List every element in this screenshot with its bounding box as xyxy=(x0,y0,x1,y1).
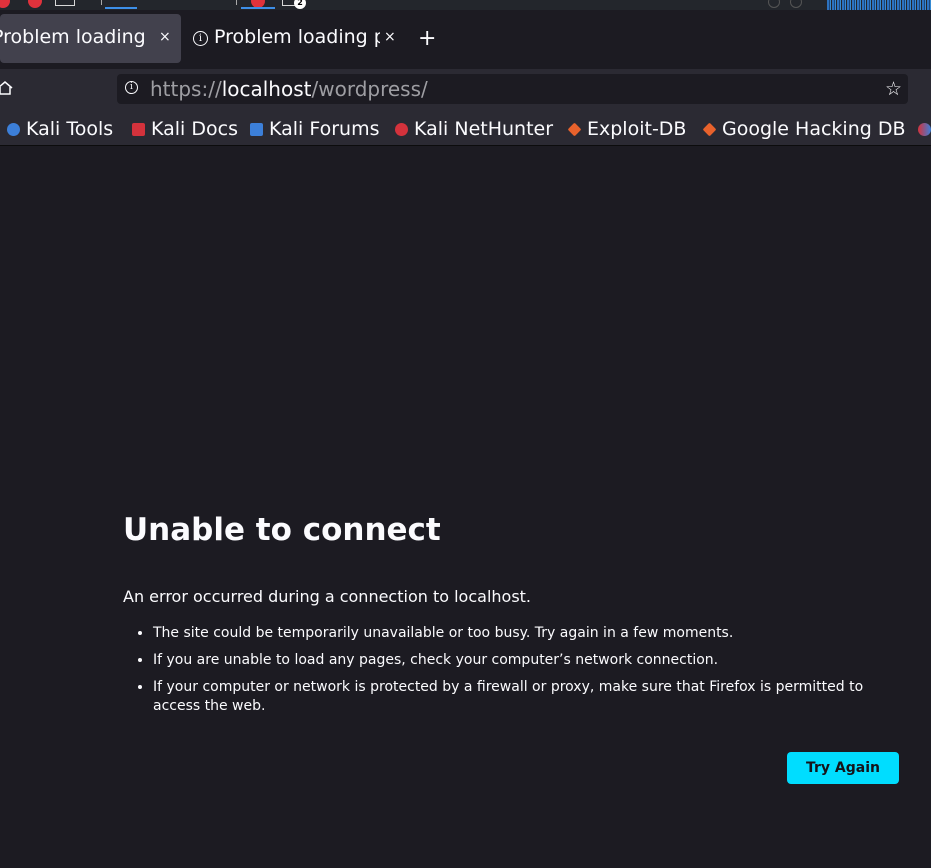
bookmark-star-icon[interactable]: ☆ xyxy=(885,78,902,100)
taskbar-divider xyxy=(101,0,102,5)
tab-problem-loading-selected[interactable]: Problem loading page × xyxy=(0,14,181,63)
tray-icon[interactable] xyxy=(768,0,780,8)
google-hacking-db-icon xyxy=(702,122,717,136)
bookmark-google-hacking-db[interactable]: Google Hacking DB xyxy=(702,116,906,142)
bookmark-kali-tools[interactable]: Kali Tools xyxy=(7,116,113,142)
error-description: An error occurred during a connection to… xyxy=(123,587,532,606)
error-title: Unable to connect xyxy=(123,512,441,548)
bookmark-kali-docs[interactable]: Kali Docs xyxy=(132,116,238,142)
tab-strip: Problem loading page × i Problem loading… xyxy=(0,10,931,69)
bookmarks-toolbar: Kali Tools Kali Docs Kali Forums Kali Ne… xyxy=(0,112,931,146)
url-scheme: https:// xyxy=(150,77,222,101)
site-info-icon[interactable]: i xyxy=(125,81,138,94)
taskbar-divider xyxy=(236,0,237,5)
try-again-button[interactable]: Try Again xyxy=(787,752,899,784)
kali-tools-icon xyxy=(7,122,20,136)
bookmark-kali-forums[interactable]: Kali Forums xyxy=(250,116,380,142)
list-item: If your computer or network is protected… xyxy=(153,678,898,716)
system-taskbar: 2 xyxy=(0,0,931,10)
bookmark-label: Kali Tools xyxy=(26,118,114,140)
kali-nethunter-icon xyxy=(395,122,408,136)
tab-close-icon[interactable]: × xyxy=(384,29,396,45)
url-path: /wordpress/ xyxy=(311,77,428,101)
tab-title: Problem loading page xyxy=(0,26,152,48)
bookmark-overflow[interactable] xyxy=(918,116,931,142)
new-tab-button[interactable]: + xyxy=(418,26,436,51)
bookmark-label: Google Hacking DB xyxy=(722,118,906,140)
app-icon[interactable] xyxy=(28,0,42,8)
nav-bar: i https://localhost/wordpress/ ☆ xyxy=(0,69,931,112)
list-item: If you are unable to load any pages, che… xyxy=(153,651,898,670)
bookmark-label: Kali NetHunter xyxy=(414,118,554,140)
notification-badge: 2 xyxy=(294,0,306,9)
workspace-indicator[interactable] xyxy=(105,7,137,9)
terminal-icon[interactable] xyxy=(55,0,75,6)
bookmark-label: Exploit-DB xyxy=(587,118,687,140)
error-page: Unable to connect An error occurred duri… xyxy=(0,146,931,868)
bookmark-label: Kali Forums xyxy=(269,118,380,140)
tab-title: Problem loading page xyxy=(214,26,380,48)
error-suggestions: The site could be temporarily unavailabl… xyxy=(123,624,898,724)
home-icon[interactable] xyxy=(0,80,14,96)
kali-forums-icon xyxy=(250,122,263,136)
app-icon[interactable] xyxy=(0,0,10,8)
url-text[interactable]: https://localhost/wordpress/ xyxy=(150,77,428,101)
cpu-graph xyxy=(827,0,931,10)
kali-docs-icon xyxy=(132,122,145,136)
active-window-indicator xyxy=(241,7,275,9)
tab-problem-loading[interactable]: i Problem loading page × xyxy=(185,14,410,63)
tray-icon[interactable] xyxy=(790,0,802,8)
bookmark-exploit-db[interactable]: Exploit-DB xyxy=(567,116,687,142)
url-bar[interactable]: i https://localhost/wordpress/ ☆ xyxy=(117,74,908,104)
bookmark-kali-nethunter[interactable]: Kali NetHunter xyxy=(395,116,553,142)
info-icon: i xyxy=(193,31,208,46)
tab-close-icon[interactable]: × xyxy=(159,29,171,45)
bookmark-icon xyxy=(918,122,931,136)
bookmark-label: Kali Docs xyxy=(151,118,238,140)
exploit-db-icon xyxy=(567,122,582,136)
url-host: localhost xyxy=(221,77,312,101)
list-item: The site could be temporarily unavailabl… xyxy=(153,624,898,643)
